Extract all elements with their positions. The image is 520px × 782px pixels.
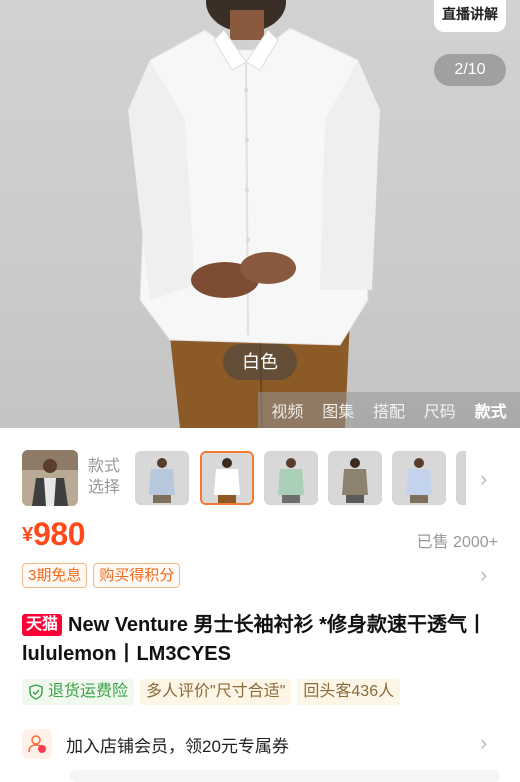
- variant-main-image[interactable]: [22, 450, 78, 506]
- promo-tag-points[interactable]: 购买得积分: [93, 563, 181, 588]
- product-title: 天猫 New Venture 男士长袖衬衫 *修身款速干透气丨lululemon丨…: [22, 611, 500, 669]
- chevron-right-icon[interactable]: ›: [480, 564, 487, 586]
- variant-thumb[interactable]: [392, 451, 446, 505]
- product-title-text: New Venture 男士长袖衬衫 *修身款速干透气丨lululemon丨LM…: [22, 614, 487, 665]
- shirt-thumb-4: [330, 453, 380, 503]
- variant-thumb[interactable]: [328, 451, 382, 505]
- variant-selector: 款式 选择 ›: [0, 448, 520, 510]
- shirt-thumb-5: [394, 453, 444, 503]
- feature-repeat-customers[interactable]: 回头客436人: [297, 679, 401, 705]
- product-page: 直播讲解 2/10 白色 视频 图集 搭配 尺码 款式 款式 选择 › ¥980…: [0, 0, 520, 782]
- price: ¥980: [22, 516, 86, 553]
- tab-size[interactable]: 尺码: [424, 398, 456, 422]
- live-explain-button[interactable]: 直播讲解: [434, 0, 506, 32]
- variant-thumb-partial[interactable]: [456, 451, 466, 505]
- variant-label: 款式 选择: [88, 458, 121, 496]
- feature-review[interactable]: 多人评价"尺寸合适": [140, 679, 292, 705]
- member-person-icon: [28, 735, 46, 753]
- promo-tag-installment[interactable]: 3期免息: [22, 563, 88, 588]
- chevron-right-icon[interactable]: ›: [480, 468, 487, 490]
- product-image-gallery[interactable]: 直播讲解 2/10 白色 视频 图集 搭配 尺码 款式: [0, 0, 520, 428]
- tab-style[interactable]: 款式: [475, 398, 507, 422]
- member-text: 加入店铺会员，领20元专属券: [66, 736, 289, 756]
- promo-tags[interactable]: 3期免息 购买得积分: [22, 563, 181, 588]
- store-membership-row[interactable]: 加入店铺会员，领20元专属券 ›: [22, 724, 498, 764]
- variant-thumb-selected[interactable]: [200, 451, 254, 505]
- variant-thumb[interactable]: [135, 451, 189, 505]
- currency-symbol: ¥: [22, 524, 34, 546]
- member-icon: [22, 729, 52, 759]
- shirt-thumb-1: [137, 453, 187, 503]
- image-counter: 2/10: [434, 54, 506, 86]
- shirt-thumb-3: [266, 453, 316, 503]
- tab-outfit[interactable]: 搭配: [373, 398, 405, 422]
- feature-label: 退货运费险: [48, 683, 129, 700]
- feature-tags: 退货运费险 多人评价"尺寸合适" 回头客436人: [22, 679, 401, 705]
- chevron-right-icon[interactable]: ›: [480, 732, 487, 754]
- tmall-badge: 天猫: [22, 614, 63, 636]
- tab-video[interactable]: 视频: [271, 398, 303, 422]
- feature-return-insurance[interactable]: 退货运费险: [22, 679, 135, 705]
- variant-main-photo: [22, 450, 78, 506]
- tab-gallery[interactable]: 图集: [322, 398, 354, 422]
- media-tabs: 视频 图集 搭配 尺码 款式: [258, 392, 520, 428]
- variant-thumb[interactable]: [264, 451, 318, 505]
- next-row-peek: [70, 770, 500, 782]
- shirt-thumb-2: [202, 453, 252, 503]
- sold-count: 已售 2000+: [416, 534, 498, 551]
- price-amount: 980: [33, 516, 86, 552]
- shield-check-icon: [29, 684, 43, 700]
- color-tag: 白色: [223, 344, 297, 380]
